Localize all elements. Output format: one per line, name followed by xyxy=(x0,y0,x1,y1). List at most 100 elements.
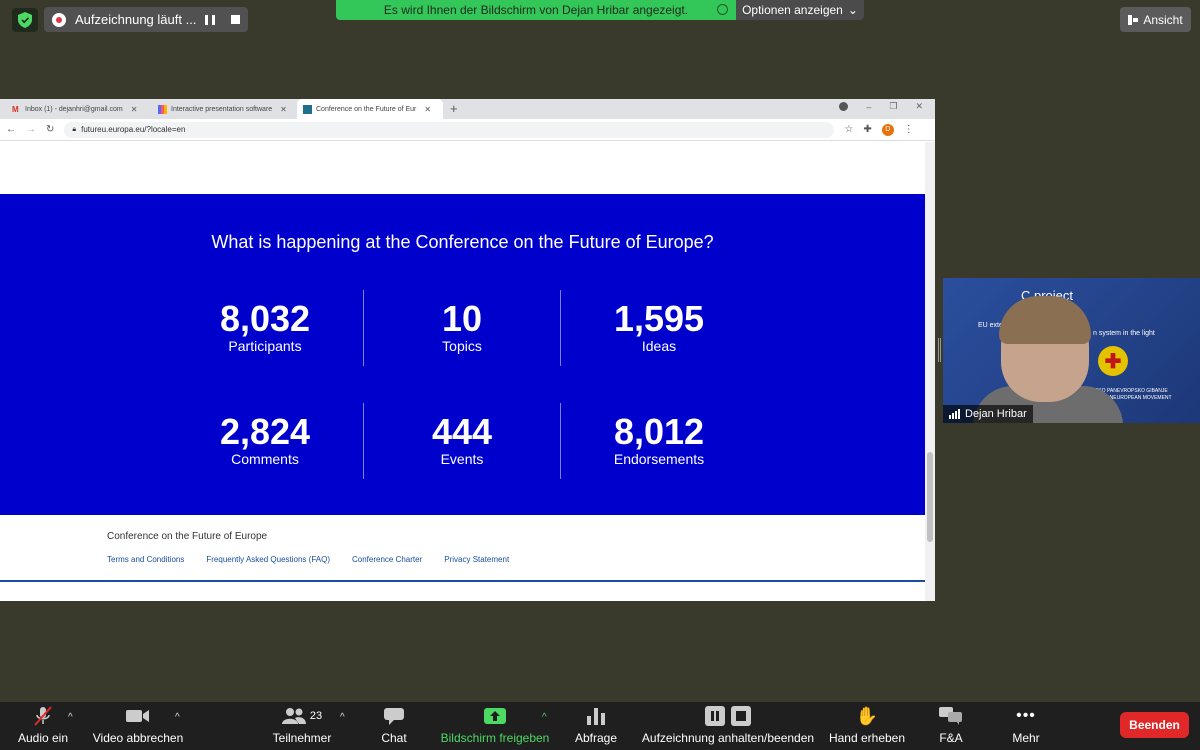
more-dots-icon: ••• xyxy=(1016,707,1036,724)
gmail-icon: M xyxy=(12,104,19,114)
scrollbar-thumb[interactable] xyxy=(927,452,933,542)
stop-recording-icon[interactable] xyxy=(231,15,240,24)
stat-participants: 8,032 Participants xyxy=(167,298,363,355)
qa-bubbles-icon xyxy=(939,704,963,728)
statistics-heading: What is happening at the Conference on t… xyxy=(211,232,714,252)
footer-link-privacy[interactable]: Privacy Statement xyxy=(444,555,509,564)
poll-label: Abfrage xyxy=(574,731,618,745)
recording-controls-icons xyxy=(705,704,751,728)
stat-value: 8,012 xyxy=(613,411,705,452)
stat-events: 444 Events xyxy=(364,411,560,468)
participant-name: Dejan Hribar xyxy=(965,408,1027,420)
participants-button[interactable]: 23 Teilnehmer xyxy=(271,702,333,750)
stat-ideas: 1,595 Ideas xyxy=(561,298,757,355)
browser-tab-presentation[interactable]: Interactive presentation software ✕ xyxy=(152,99,296,119)
minimize-icon[interactable]: – xyxy=(866,102,871,112)
browser-menu-icon[interactable]: ⋮ xyxy=(904,124,914,135)
share-options-caret-icon[interactable]: ^ xyxy=(542,712,547,723)
participant-name-tag: Dejan Hribar xyxy=(943,405,1033,423)
close-tab-icon[interactable]: ✕ xyxy=(280,105,287,114)
muted-microphone-icon xyxy=(32,704,54,728)
reload-icon[interactable]: ↻ xyxy=(46,124,54,135)
browser-tab-conference[interactable]: Conference on the Future of Eur ✕ xyxy=(297,99,443,119)
video-options-caret-icon[interactable]: ^ xyxy=(175,712,180,723)
close-tab-icon[interactable]: ✕ xyxy=(424,105,431,114)
footer-link-terms[interactable]: Terms and Conditions xyxy=(107,555,184,564)
profile-avatar[interactable]: D xyxy=(881,123,894,136)
media-control-icon[interactable] xyxy=(839,102,849,111)
view-options-button[interactable]: Optionen anzeigen ⌄ xyxy=(736,0,864,20)
participants-options-caret-icon[interactable]: ^ xyxy=(340,712,345,723)
maximize-icon[interactable]: ❐ xyxy=(889,101,897,112)
recording-dot-icon xyxy=(52,12,66,27)
stat-value: 444 xyxy=(431,411,493,452)
pause-recording-icon[interactable] xyxy=(205,14,215,25)
extensions-puzzle-icon[interactable]: ✚ xyxy=(863,124,871,135)
audio-button[interactable]: Audio ein xyxy=(15,702,71,750)
raise-hand-label: Hand erheben xyxy=(828,731,906,745)
stat-label: Participants xyxy=(228,338,302,354)
stat-value: 1,595 xyxy=(613,298,705,339)
split-view-handle[interactable] xyxy=(938,338,941,362)
close-window-icon[interactable]: ✕ xyxy=(915,101,923,112)
chat-label: Chat xyxy=(381,731,407,745)
stat-divider xyxy=(363,403,364,479)
more-button[interactable]: ••• Mehr xyxy=(1008,702,1044,750)
connection-signal-icon xyxy=(949,409,960,419)
security-shield-icon[interactable] xyxy=(12,8,38,32)
poll-button[interactable]: Abfrage xyxy=(572,702,620,750)
participants-label: Teilnehmer xyxy=(272,731,332,745)
stat-value: 8,032 xyxy=(219,298,311,339)
share-screen-label: Bildschirm freigeben xyxy=(440,731,550,745)
page-scrollbar[interactable] xyxy=(925,142,935,601)
raise-hand-icon: ✋ xyxy=(855,705,879,726)
view-options-label: Optionen anzeigen xyxy=(742,3,843,17)
view-label: Ansicht xyxy=(1143,12,1183,27)
eu-favicon-icon xyxy=(303,104,312,114)
stat-label: Endorsements xyxy=(613,451,705,467)
chat-button[interactable]: Chat xyxy=(378,702,410,750)
participants-icon: 23 xyxy=(281,704,323,728)
statistics-section: What is happening at the Conference on t… xyxy=(0,194,925,515)
stat-label: Events xyxy=(440,451,484,467)
stat-divider xyxy=(363,290,364,366)
url-field[interactable]: 🔒︎ futureu.europa.eu/?locale=en xyxy=(64,121,835,138)
recording-control-button[interactable]: Aufzeichnung anhalten/beenden xyxy=(641,702,815,750)
screen-share-banner: Es wird Ihnen der Bildschirm von Dejan H… xyxy=(336,0,736,20)
video-button[interactable]: Video abbrechen xyxy=(92,702,184,750)
close-tab-icon[interactable]: ✕ xyxy=(131,105,138,114)
stop-recording-icon[interactable] xyxy=(731,706,751,726)
paneuropean-emblem-icon: ✚ xyxy=(1098,346,1128,376)
stat-divider xyxy=(560,403,561,479)
footer-link-charter[interactable]: Conference Charter xyxy=(352,555,422,564)
audio-options-caret-icon[interactable]: ^ xyxy=(68,712,73,723)
browser-tab-gmail[interactable]: M Inbox (1) - dejanhri@gmail.com ✕ xyxy=(6,99,152,119)
footer-link-faq[interactable]: Frequently Asked Questions (FAQ) xyxy=(206,555,330,564)
video-slide-text: n system in the light xyxy=(1093,330,1155,337)
stat-value: 10 xyxy=(441,298,483,339)
bookmark-star-icon[interactable]: ☆ xyxy=(844,124,853,135)
tab-label: Conference on the Future of Eur xyxy=(316,105,417,113)
chart-favicon-icon xyxy=(158,104,167,114)
lock-icon: 🔒︎ xyxy=(72,125,77,133)
view-layout-icon xyxy=(1128,14,1139,25)
pause-recording-icon[interactable] xyxy=(705,706,725,726)
participant-video[interactable]: C project EU exte n system in the light … xyxy=(943,278,1200,423)
back-arrow-icon[interactable]: ← xyxy=(6,124,16,135)
raise-hand-button[interactable]: ✋ Hand erheben xyxy=(827,702,907,750)
qa-button[interactable]: F&A xyxy=(935,702,967,750)
forward-arrow-icon[interactable]: → xyxy=(26,124,36,135)
participants-count: 23 xyxy=(309,710,323,722)
chevron-down-icon: ⌄ xyxy=(847,3,858,17)
web-page: What is happening at the Conference on t… xyxy=(0,142,925,601)
footer-links: Terms and Conditions Frequently Asked Qu… xyxy=(107,555,509,564)
new-tab-icon[interactable]: + xyxy=(450,101,458,116)
recording-control-label: Aufzeichnung anhalten/beenden xyxy=(641,731,815,745)
share-screen-button[interactable]: Bildschirm freigeben xyxy=(438,702,552,750)
address-bar-row: ← → ↻ 🔒︎ futureu.europa.eu/?locale=en ☆ … xyxy=(0,119,935,141)
end-meeting-button[interactable]: Beenden xyxy=(1120,712,1189,738)
stat-label: Comments xyxy=(231,451,299,467)
tab-label: Inbox (1) - dejanhri@gmail.com xyxy=(25,105,123,113)
view-button[interactable]: Ansicht xyxy=(1120,7,1191,32)
poll-chart-icon xyxy=(586,704,606,728)
